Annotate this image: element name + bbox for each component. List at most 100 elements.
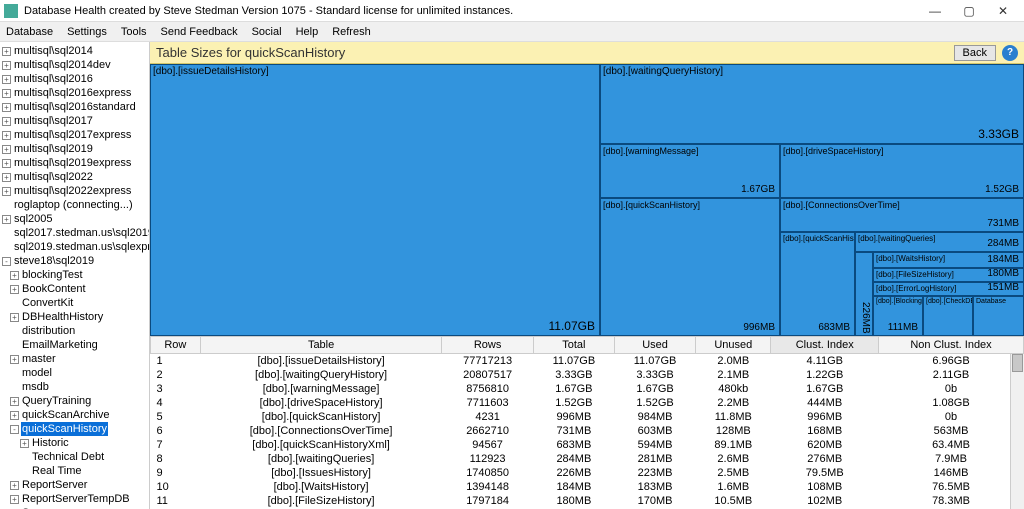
expand-icon[interactable]: + (2, 187, 11, 196)
tree-item[interactable]: +multisql\sql2017express (0, 128, 149, 142)
treemap-cell[interactable]: [dbo].[ConnectionsOverTime] 731MB (780, 198, 1024, 232)
collapse-icon[interactable]: - (10, 425, 19, 434)
treemap-cell[interactable]: [dbo].[waitingQueries] 284MB (855, 232, 1024, 252)
tree-item[interactable]: Technical Debt (0, 450, 149, 464)
table-row[interactable]: 1[dbo].[issueDetailsHistory]7771721311.0… (151, 354, 1024, 369)
expand-icon[interactable]: + (2, 131, 11, 140)
expand-icon[interactable]: + (2, 61, 11, 70)
table-row[interactable]: 3[dbo].[warningMessage]87568101.67GB1.67… (151, 382, 1024, 396)
tree-item[interactable]: distribution (0, 324, 149, 338)
tree-item[interactable]: +multisql\sql2019 (0, 142, 149, 156)
expand-icon[interactable]: + (10, 271, 19, 280)
tree-item[interactable]: +multisql\sql2014dev (0, 58, 149, 72)
tree-item[interactable]: +blockingTest (0, 268, 149, 282)
column-header[interactable]: Rows (442, 337, 533, 354)
column-header[interactable]: Table (200, 337, 442, 354)
menu-social[interactable]: Social (252, 26, 282, 38)
tree-item[interactable]: +multisql\sql2014 (0, 44, 149, 58)
table-row[interactable]: 7[dbo].[quickScanHistoryXml]94567683MB59… (151, 438, 1024, 452)
expand-icon[interactable]: + (2, 47, 11, 56)
table-row[interactable]: 9[dbo].[IssuesHistory]1740850226MB223MB2… (151, 466, 1024, 480)
expand-icon[interactable]: + (2, 103, 11, 112)
treemap-cell[interactable]: [dbo].[WaitsHistory] 184MB (873, 252, 1024, 268)
minimize-button[interactable]: — (918, 1, 952, 21)
treemap-cell[interactable]: [dbo].[BlockingByHourHistory] 111MB (873, 296, 923, 336)
grid-scroll-thumb[interactable] (1012, 354, 1023, 372)
expand-icon[interactable]: + (10, 285, 19, 294)
expand-icon[interactable]: + (2, 75, 11, 84)
table-row[interactable]: 11[dbo].[FileSizeHistory]1797184180MB170… (151, 494, 1024, 508)
column-header[interactable]: Unused (696, 337, 771, 354)
column-header[interactable]: Used (614, 337, 695, 354)
server-tree[interactable]: +multisql\sql2014+multisql\sql2014dev+mu… (0, 42, 150, 509)
tree-item[interactable]: +sql2005 (0, 212, 149, 226)
menu-refresh[interactable]: Refresh (332, 26, 371, 38)
expand-icon[interactable]: + (10, 495, 19, 504)
column-header[interactable]: Clust. Index (771, 337, 879, 354)
expand-icon[interactable]: + (2, 117, 11, 126)
menu-settings[interactable]: Settings (67, 26, 107, 38)
expand-icon[interactable]: + (10, 411, 19, 420)
treemap-cell[interactable]: [dbo].[ErrorLogHistory] 151MB (873, 282, 1024, 296)
expand-icon[interactable]: + (2, 173, 11, 182)
expand-icon[interactable]: + (2, 89, 11, 98)
close-button[interactable]: ✕ (986, 1, 1020, 21)
tree-item[interactable]: +multisql\sql2016 (0, 72, 149, 86)
tree-item[interactable]: +multisql\sql2019express (0, 156, 149, 170)
tree-item[interactable]: +ReportServerTempDB (0, 492, 149, 506)
column-header[interactable]: Non Clust. Index (879, 337, 1024, 354)
expand-icon[interactable]: + (2, 145, 11, 154)
tree-item[interactable]: +ReportServer (0, 478, 149, 492)
treemap-cell[interactable]: [dbo].[quickScanHistoryXml] 683MB (780, 232, 855, 336)
tree-item[interactable]: +multisql\sql2017 (0, 114, 149, 128)
tree-item[interactable]: +multisql\sql2016standard (0, 100, 149, 114)
tree-item[interactable]: +multisql\sql2016express (0, 86, 149, 100)
treemap-cell[interactable]: [dbo].[waitingQueryHistory] 3.33GB (600, 64, 1024, 144)
expand-icon[interactable]: + (10, 313, 19, 322)
column-header[interactable]: Row (151, 337, 201, 354)
tree-item[interactable]: +multisql\sql2022 (0, 170, 149, 184)
table-row[interactable]: 10[dbo].[WaitsHistory]1394148184MB183MB1… (151, 480, 1024, 494)
treemap-cell[interactable]: [dbo].[FileSizeHistory] 180MB (873, 268, 1024, 282)
expand-icon[interactable]: + (10, 355, 19, 364)
collapse-icon[interactable]: - (2, 257, 11, 266)
table-row[interactable]: 5[dbo].[quickScanHistory]4231996MB984MB1… (151, 410, 1024, 424)
menu-help[interactable]: Help (296, 26, 319, 38)
expand-icon[interactable]: + (2, 159, 11, 168)
tree-item[interactable]: sql2017.stedman.us\sql2019 (Disco (0, 226, 149, 240)
treemap-cell[interactable]: [dbo].[warningMessage] 1.67GB (600, 144, 780, 198)
tree-item[interactable]: roglaptop (connecting...) (0, 198, 149, 212)
treemap-chart[interactable]: [dbo].[issueDetailsHistory] 11.07GB [dbo… (150, 64, 1024, 336)
menu-send-feedback[interactable]: Send Feedback (161, 26, 238, 38)
tree-item[interactable]: msdb (0, 380, 149, 394)
tree-item[interactable]: -quickScanHistory (0, 422, 149, 436)
tree-item[interactable]: Real Time (0, 464, 149, 478)
tree-item[interactable]: EmailMarketing (0, 338, 149, 352)
tree-item[interactable]: +quickScanArchive (0, 408, 149, 422)
tree-item[interactable]: +master (0, 352, 149, 366)
tree-item[interactable]: +Historic (0, 436, 149, 450)
grid-scrollbar[interactable] (1010, 354, 1024, 509)
help-icon[interactable]: ? (1002, 45, 1018, 61)
tree-item[interactable]: -steve18\sql2019 (0, 254, 149, 268)
tree-item[interactable]: +multisql\sql2022express (0, 184, 149, 198)
table-row[interactable]: 8[dbo].[waitingQueries]112923284MB281MB2… (151, 452, 1024, 466)
expand-icon[interactable]: + (10, 397, 19, 406)
table-sizes-grid[interactable]: RowTableRowsTotalUsedUnusedClust. IndexN… (150, 336, 1024, 509)
expand-icon[interactable]: + (2, 215, 11, 224)
expand-icon[interactable]: + (10, 481, 19, 490)
tree-item[interactable]: +DBHealthHistory (0, 310, 149, 324)
tree-item[interactable]: +BookContent (0, 282, 149, 296)
treemap-cell[interactable]: [dbo].[quickScanHistory] 996MB (600, 198, 780, 336)
treemap-cell[interactable]: Database (973, 296, 1024, 336)
treemap-cell[interactable]: [dbo].[CheckDBHistory] (923, 296, 973, 336)
tree-item[interactable]: +QueryTraining (0, 394, 149, 408)
table-row[interactable]: 6[dbo].[ConnectionsOverTime]2662710731MB… (151, 424, 1024, 438)
menu-database[interactable]: Database (6, 26, 53, 38)
tree-item[interactable]: sql2019.stedman.us\sqlexpress (Dis (0, 240, 149, 254)
table-row[interactable]: 4[dbo].[driveSpaceHistory]77116031.52GB1… (151, 396, 1024, 410)
maximize-button[interactable]: ▢ (952, 1, 986, 21)
table-row[interactable]: 2[dbo].[waitingQueryHistory]208075173.33… (151, 368, 1024, 382)
expand-icon[interactable]: + (20, 439, 29, 448)
column-header[interactable]: Total (533, 337, 614, 354)
